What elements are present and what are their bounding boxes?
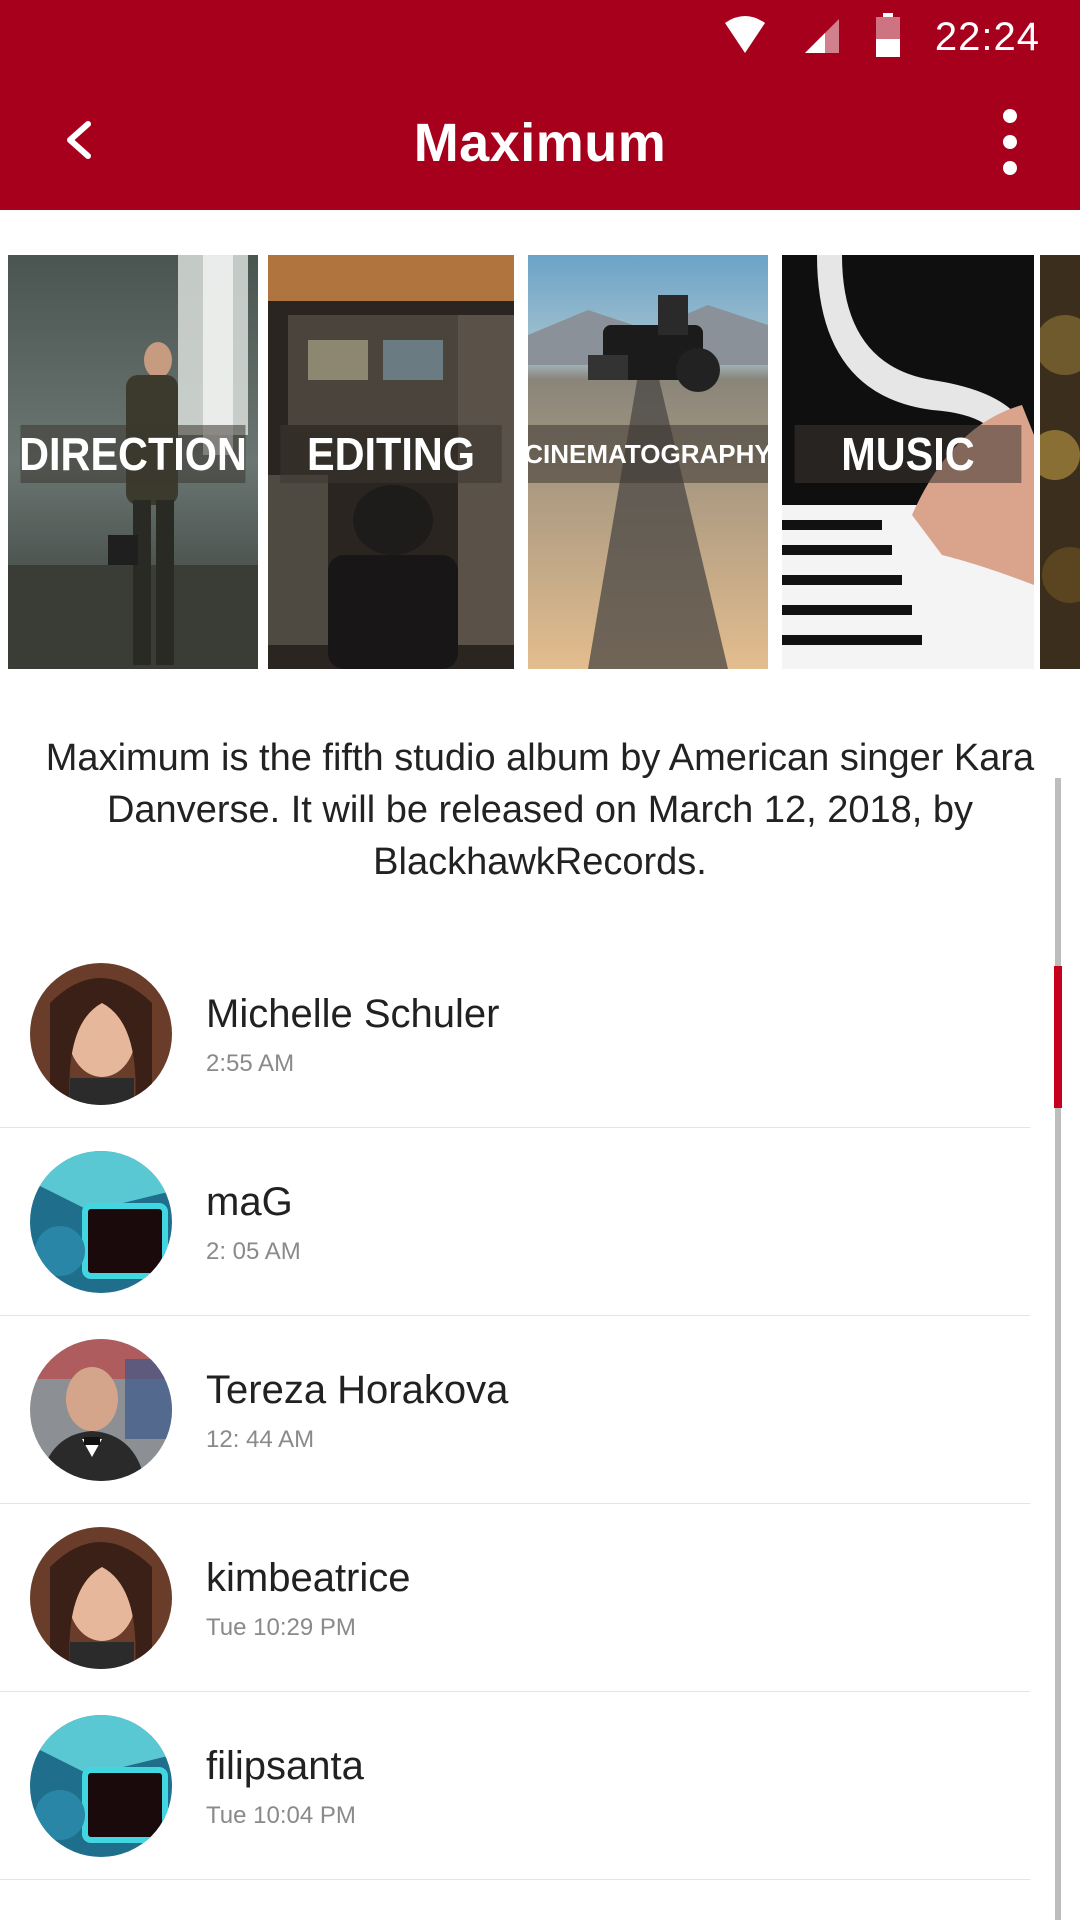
- avatar: [30, 962, 172, 1105]
- status-bar: 22:24: [0, 0, 1080, 75]
- category-card-cinematography[interactable]: CINEMATOGRAPHY: [528, 255, 768, 669]
- more-vert-icon: [1003, 109, 1017, 175]
- list-item[interactable]: Tereza Horakova 12: 44 AM: [0, 1316, 1030, 1504]
- category-card-partial[interactable]: [1040, 255, 1080, 669]
- category-label: DIRECTION: [19, 425, 247, 483]
- chevron-left-icon: [67, 121, 91, 159]
- cellular-signal-icon: [801, 15, 841, 60]
- item-name: kimbeatrice: [206, 1555, 411, 1600]
- avatar: [30, 1526, 172, 1669]
- overflow-menu-button[interactable]: [980, 97, 1040, 187]
- category-card-direction[interactable]: DIRECTION: [8, 255, 258, 669]
- back-button[interactable]: [38, 105, 118, 175]
- category-label: CINEMATOGRAPHY: [528, 425, 768, 483]
- comment-list: Michelle Schuler 2:55 AM maG 2: 05 AM Te…: [0, 940, 1030, 1880]
- wifi-icon: [723, 15, 767, 60]
- list-item[interactable]: kimbeatrice Tue 10:29 PM: [0, 1504, 1030, 1692]
- item-time: 2: 05 AM: [206, 1237, 301, 1265]
- list-item[interactable]: filipsanta Tue 10:04 PM: [0, 1692, 1030, 1880]
- item-time: 2:55 AM: [206, 1049, 295, 1077]
- item-name: Michelle Schuler: [206, 991, 500, 1036]
- scrollbar-track[interactable]: [1055, 778, 1061, 1920]
- item-time: Tue 10:04 PM: [206, 1801, 356, 1829]
- avatar: [30, 1150, 172, 1293]
- app-bar: Maximum: [0, 75, 1080, 210]
- partial-card-image: [1040, 255, 1080, 669]
- page-title: Maximum: [413, 112, 667, 173]
- category-card-music[interactable]: MUSIC: [782, 255, 1034, 669]
- item-time: Tue 10:29 PM: [206, 1613, 356, 1641]
- item-name: Tereza Horakova: [206, 1367, 509, 1412]
- category-label: EDITING: [280, 425, 502, 483]
- status-time: 22:24: [934, 15, 1040, 59]
- list-item[interactable]: Michelle Schuler 2:55 AM: [0, 940, 1030, 1128]
- battery-icon: [875, 13, 901, 62]
- item-time: 12: 44 AM: [206, 1425, 315, 1453]
- avatar: [30, 1714, 172, 1857]
- list-item[interactable]: maG 2: 05 AM: [0, 1128, 1030, 1316]
- album-description: Maximum is the fifth studio album by Ame…: [45, 737, 1035, 883]
- category-carousel[interactable]: DIRECTION EDITING CINEMATOGRAPHY MUSIC: [0, 255, 1080, 669]
- avatar: [30, 1338, 172, 1481]
- category-card-editing[interactable]: EDITING: [268, 255, 514, 669]
- scrollbar-thumb[interactable]: [1054, 966, 1062, 1108]
- category-label: MUSIC: [794, 425, 1022, 483]
- item-name: filipsanta: [206, 1743, 364, 1788]
- item-name: maG: [206, 1179, 293, 1224]
